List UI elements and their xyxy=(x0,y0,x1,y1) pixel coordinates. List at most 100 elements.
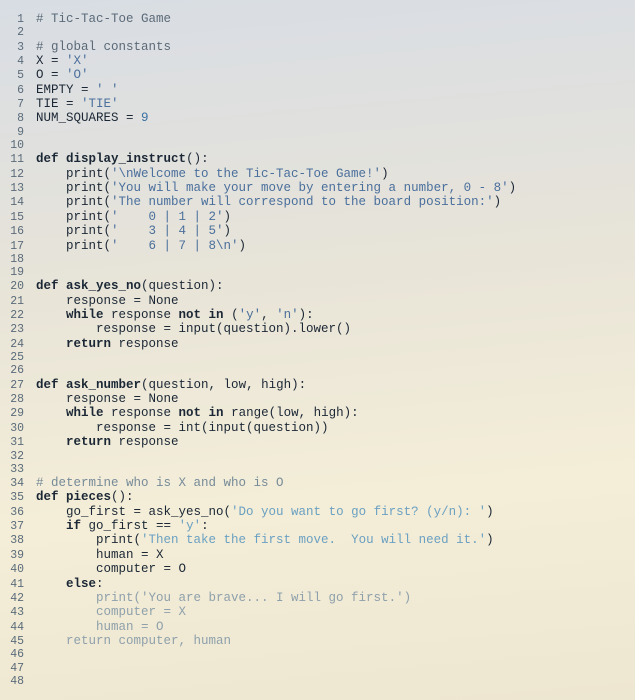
code-content: X = 'X' xyxy=(36,54,89,68)
code-line: 4X = 'X' xyxy=(8,54,627,68)
code-line: 18 xyxy=(8,253,627,266)
code-line: 1# Tic-Tac-Toe Game xyxy=(8,12,627,26)
line-number: 4 xyxy=(8,55,36,68)
code-content: print('You are brave... I will go first.… xyxy=(36,591,411,605)
line-number: 36 xyxy=(8,506,36,519)
code-content: while response not in ('y', 'n'): xyxy=(36,308,314,322)
line-number: 29 xyxy=(8,407,36,420)
code-line: 20def ask_yes_no(question): xyxy=(8,279,627,293)
code-line: 39 human = X xyxy=(8,548,627,562)
line-number: 1 xyxy=(8,13,36,26)
line-number: 12 xyxy=(8,168,36,181)
code-line: 7TIE = 'TIE' xyxy=(8,97,627,111)
code-content: TIE = 'TIE' xyxy=(36,97,119,111)
line-number: 9 xyxy=(8,126,36,139)
code-content: NUM_SQUARES = 9 xyxy=(36,111,149,125)
line-number: 45 xyxy=(8,635,36,648)
line-number: 8 xyxy=(8,112,36,125)
code-line: 46 xyxy=(8,648,627,661)
code-line: 16 print(' 3 | 4 | 5') xyxy=(8,224,627,238)
code-line: 45 return computer, human xyxy=(8,634,627,648)
line-number: 26 xyxy=(8,364,36,377)
line-number: 3 xyxy=(8,41,36,54)
code-line: 5O = 'O' xyxy=(8,68,627,82)
line-number: 11 xyxy=(8,153,36,166)
code-line: 28 response = None xyxy=(8,392,627,406)
line-number: 24 xyxy=(8,338,36,351)
code-line: 47 xyxy=(8,662,627,675)
code-line: 36 go_first = ask_yes_no('Do you want to… xyxy=(8,505,627,519)
code-content: def display_instruct(): xyxy=(36,152,209,166)
line-number: 6 xyxy=(8,84,36,97)
line-number: 27 xyxy=(8,379,36,392)
code-content: return response xyxy=(36,337,179,351)
line-number: 35 xyxy=(8,491,36,504)
code-content: # determine who is X and who is O xyxy=(36,476,284,490)
code-content: print('Then take the first move. You wil… xyxy=(36,533,494,547)
line-number: 41 xyxy=(8,578,36,591)
code-line: 24 return response xyxy=(8,337,627,351)
line-number: 38 xyxy=(8,534,36,547)
line-number: 15 xyxy=(8,211,36,224)
code-line: 22 while response not in ('y', 'n'): xyxy=(8,308,627,322)
code-line: 33 xyxy=(8,463,627,476)
code-content: EMPTY = ' ' xyxy=(36,83,119,97)
code-content: print('\nWelcome to the Tic-Tac-Toe Game… xyxy=(36,167,389,181)
code-content: print('You will make your move by enteri… xyxy=(36,181,516,195)
line-number: 33 xyxy=(8,463,36,476)
code-content: return response xyxy=(36,435,179,449)
code-line: 2 xyxy=(8,26,627,39)
code-content: computer = O xyxy=(36,562,186,576)
code-content: print(' 0 | 1 | 2') xyxy=(36,210,231,224)
line-number: 39 xyxy=(8,549,36,562)
line-number: 7 xyxy=(8,98,36,111)
code-content: while response not in range(low, high): xyxy=(36,406,359,420)
code-content: def ask_number(question, low, high): xyxy=(36,378,306,392)
line-number: 21 xyxy=(8,295,36,308)
code-content: response = int(input(question)) xyxy=(36,421,329,435)
code-line: 11def display_instruct(): xyxy=(8,152,627,166)
line-number: 16 xyxy=(8,225,36,238)
code-content: response = input(question).lower() xyxy=(36,322,351,336)
code-line: 35def pieces(): xyxy=(8,490,627,504)
code-line: 12 print('\nWelcome to the Tic-Tac-Toe G… xyxy=(8,167,627,181)
code-line: 19 xyxy=(8,266,627,279)
line-number: 32 xyxy=(8,450,36,463)
code-line: 37 if go_first == 'y': xyxy=(8,519,627,533)
code-line: 23 response = input(question).lower() xyxy=(8,322,627,336)
code-content: def pieces(): xyxy=(36,490,134,504)
code-content: else: xyxy=(36,577,104,591)
line-number: 10 xyxy=(8,139,36,152)
code-line: 48 xyxy=(8,675,627,688)
code-line: 21 response = None xyxy=(8,294,627,308)
code-content: print(' 3 | 4 | 5') xyxy=(36,224,231,238)
line-number: 48 xyxy=(8,675,36,688)
code-line: 3# global constants xyxy=(8,40,627,54)
line-number: 43 xyxy=(8,606,36,619)
code-content: response = None xyxy=(36,294,179,308)
code-content: human = O xyxy=(36,620,164,634)
line-number: 18 xyxy=(8,253,36,266)
code-line: 25 xyxy=(8,351,627,364)
code-line: 38 print('Then take the first move. You … xyxy=(8,533,627,547)
line-number: 23 xyxy=(8,323,36,336)
code-content: if go_first == 'y': xyxy=(36,519,209,533)
code-line: 15 print(' 0 | 1 | 2') xyxy=(8,210,627,224)
code-content: # global constants xyxy=(36,40,171,54)
code-line: 42 print('You are brave... I will go fir… xyxy=(8,591,627,605)
line-number: 42 xyxy=(8,592,36,605)
line-number: 46 xyxy=(8,648,36,661)
line-number: 14 xyxy=(8,196,36,209)
code-content: O = 'O' xyxy=(36,68,89,82)
code-line: 30 response = int(input(question)) xyxy=(8,421,627,435)
line-number: 34 xyxy=(8,477,36,490)
code-editor: 1# Tic-Tac-Toe Game23# global constants4… xyxy=(8,12,627,688)
code-line: 27def ask_number(question, low, high): xyxy=(8,378,627,392)
line-number: 30 xyxy=(8,422,36,435)
code-line: 41 else: xyxy=(8,577,627,591)
line-number: 20 xyxy=(8,280,36,293)
code-line: 8NUM_SQUARES = 9 xyxy=(8,111,627,125)
code-line: 43 computer = X xyxy=(8,605,627,619)
code-content: # Tic-Tac-Toe Game xyxy=(36,12,171,26)
line-number: 2 xyxy=(8,26,36,39)
